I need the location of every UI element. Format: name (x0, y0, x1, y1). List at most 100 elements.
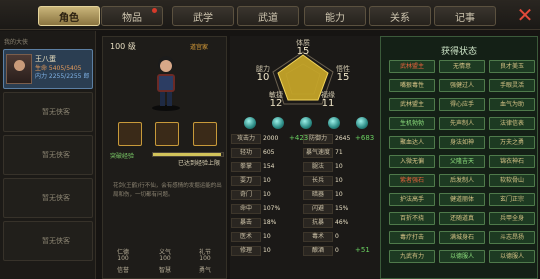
status-button[interactable]: 入微无偏 (389, 155, 435, 168)
status-button[interactable]: 护法高手 (389, 193, 435, 206)
attribute-row: 医术 10 毒术 0 (231, 232, 379, 243)
exp-bar-fill (153, 153, 221, 156)
status-button[interactable]: 玄门正宗 (489, 193, 535, 206)
status-button[interactable]: 先声制人 (439, 117, 485, 130)
sect-label: 道宫家 (190, 44, 209, 51)
status-button[interactable]: 还随道真 (439, 212, 485, 225)
attribute-label: 闪避 (303, 204, 333, 214)
status-button[interactable]: 血气为助 (489, 98, 535, 111)
status-button[interactable]: 后发制人 (439, 174, 485, 187)
attribute-label: 轻功 (231, 148, 261, 158)
status-button[interactable]: 父隆吉天 (439, 155, 485, 168)
status-button[interactable]: 得心应手 (439, 98, 485, 111)
status-button[interactable]: 嘴狠毒性 (389, 79, 435, 92)
radar-value-bottom-right: 11 (321, 98, 335, 109)
attribute-label: 长兵 (303, 176, 333, 186)
tab-label: 物品 (122, 12, 142, 24)
status-button[interactable]: 生机勃勃 (389, 117, 435, 130)
attribute-label: 修理 (231, 246, 261, 256)
gem-icon[interactable] (272, 117, 284, 129)
attribute-value: 71 (335, 149, 343, 156)
attribute-value: 605 (263, 149, 275, 156)
status-button[interactable]: 无情意 (439, 60, 485, 73)
status-button[interactable]: 九武有力 (389, 250, 435, 263)
attribute-row: 修理 10 酿酒 0 +51 (231, 246, 379, 257)
virtue-label: 信誉 (116, 267, 129, 274)
tab-relations[interactable]: 关系 (369, 6, 431, 26)
attribute-value: 18% (263, 219, 277, 226)
hero-slot[interactable]: 暂无侠客 (3, 135, 93, 175)
status-button[interactable]: 聚血达人 (389, 136, 435, 149)
character-sprite (152, 56, 180, 111)
tab-items[interactable]: 物品 (101, 6, 163, 26)
virtue-value: 100 (159, 255, 171, 262)
attribute-label: 命中 (231, 204, 261, 214)
status-title: 获得状态 (440, 47, 477, 57)
close-icon[interactable]: ✕ (514, 4, 536, 26)
equip-slot[interactable] (193, 122, 217, 146)
hero-slot[interactable]: 暂无侠客 (3, 178, 93, 218)
character-description: 花剑(王鹤)行不仙，会有感情的发掘运能的出局和伤，一切都有问题。 (113, 183, 222, 198)
empty-slot-label: 暂无侠客 (42, 237, 70, 245)
status-button[interactable]: 以德服人 (439, 250, 485, 263)
status-button[interactable]: 手眼灵活 (489, 79, 535, 92)
tab-character[interactable]: 角色 (38, 6, 100, 26)
radar-value-top: 15 (296, 46, 310, 57)
tab-label: 武学 (193, 12, 213, 24)
hero-slot[interactable]: 暂无侠客 (3, 92, 93, 132)
attribute-value: 0 (335, 233, 339, 240)
attribute-label: 毒术 (303, 232, 333, 242)
status-button[interactable]: 斗志昂扬 (489, 231, 535, 244)
tab-label: 武道 (258, 12, 278, 24)
status-button[interactable]: 紫者强石 (389, 174, 435, 187)
tab-label: 能力 (325, 12, 345, 24)
virtue-value: 100 (199, 255, 211, 262)
status-button[interactable]: 良才美玉 (489, 60, 535, 73)
tab-journal[interactable]: 记事 (434, 6, 496, 26)
status-button[interactable]: 强健过人 (439, 79, 485, 92)
attribute-row: 命中 107% 闪避 15% (231, 204, 379, 215)
status-button[interactable]: 软软骨山 (489, 174, 535, 187)
tab-martial[interactable]: 武学 (172, 6, 234, 26)
exp-max-label: 已达到经验上限 (178, 160, 221, 167)
tab-ability[interactable]: 能力 (304, 6, 366, 26)
gem-icon[interactable] (244, 117, 256, 129)
hero-slot-selected[interactable]: 王八蛋 生命 5405/5405 内力 2255/2255 郎 (3, 49, 93, 89)
empty-slot-label: 暂无侠客 (42, 151, 70, 159)
status-button[interactable]: 武林盟主 (389, 60, 435, 73)
attribute-value: 107% (263, 205, 281, 212)
gem-icon[interactable] (356, 117, 368, 129)
hero-list-header: 我的大侠 (4, 39, 29, 46)
status-button[interactable]: 以德服人 (489, 250, 535, 263)
attribute-label: 耍刀 (231, 176, 261, 186)
attribute-label: 抗暴 (303, 218, 333, 228)
status-button[interactable]: 万夫之勇 (489, 136, 535, 149)
attribute-value: 46% (335, 219, 349, 226)
status-button[interactable]: 身法如神 (439, 136, 485, 149)
attribute-label: 暴气速度 (303, 148, 333, 158)
equip-slot[interactable] (155, 122, 179, 146)
attribute-label: 腿法 (303, 162, 333, 172)
attribute-value: 10 (335, 177, 343, 184)
status-button[interactable]: 兵甲全身 (489, 212, 535, 225)
status-button[interactable]: 法律信表 (489, 117, 535, 130)
tab-label: 记事 (455, 12, 475, 24)
hero-slot[interactable]: 暂无侠客 (3, 221, 93, 261)
attribute-bonus: +683 (355, 134, 375, 142)
gem-icon[interactable] (300, 117, 312, 129)
status-button[interactable]: 锦衣神石 (489, 155, 535, 168)
attribute-label: 奇门 (231, 190, 261, 200)
gem-icon[interactable] (328, 117, 340, 129)
tab-label: 角色 (59, 12, 79, 24)
status-button[interactable]: 健道丽体 (439, 193, 485, 206)
tab-label: 关系 (390, 12, 410, 24)
status-button[interactable]: 武林盟主 (389, 98, 435, 111)
status-button[interactable]: 毒疗打击 (389, 231, 435, 244)
attribute-row: 轻功 605 暴气速度 71 (231, 148, 379, 159)
status-button[interactable]: 百折不挠 (389, 212, 435, 225)
exp-label: 突破经验 (110, 153, 135, 160)
equip-slot[interactable] (118, 122, 142, 146)
attribute-label: 攻击力 (231, 134, 261, 144)
tab-wudao[interactable]: 武道 (237, 6, 299, 26)
status-button[interactable]: 满城身石 (439, 231, 485, 244)
